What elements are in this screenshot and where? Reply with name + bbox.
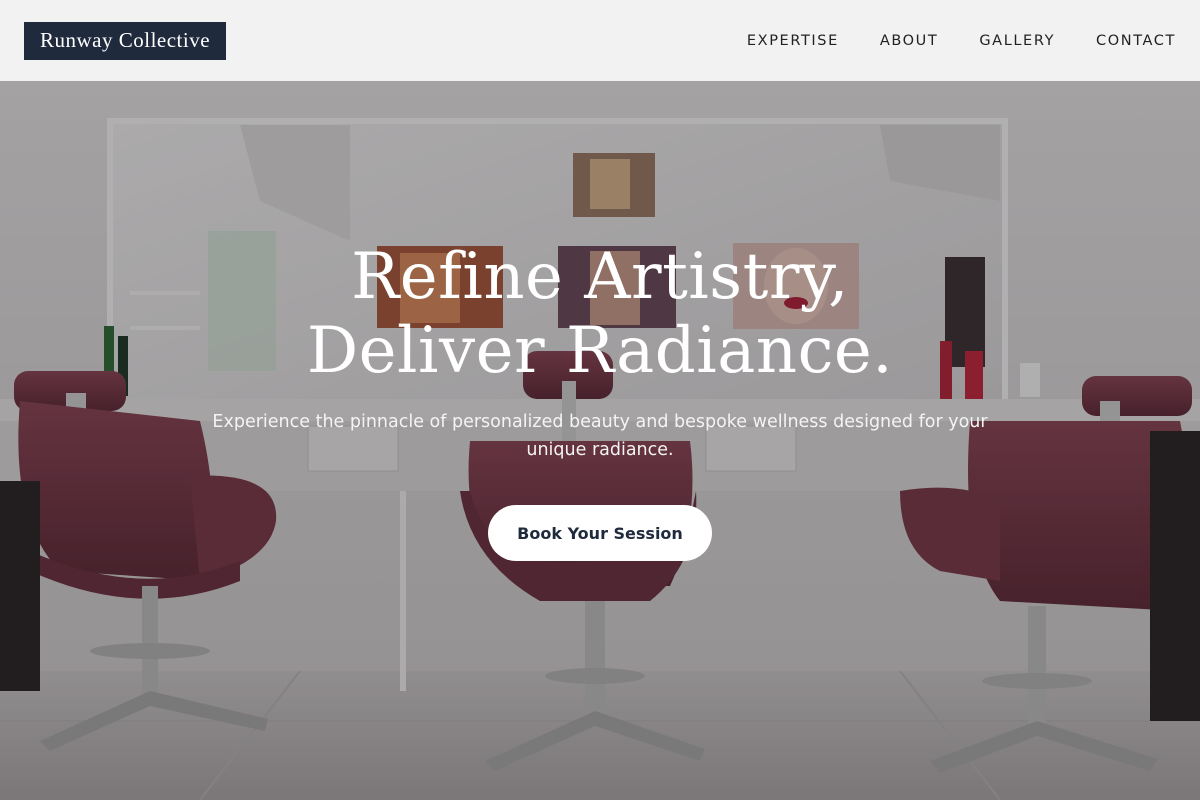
hero-subtitle: Experience the pinnacle of personalized … xyxy=(212,412,988,460)
hero-headline-line2: Deliver Radiance. xyxy=(306,314,894,388)
brand-logo[interactable]: Runway Collective xyxy=(24,21,227,60)
main-nav: EXPERTISE ABOUT GALLERY CONTACT xyxy=(747,33,1176,49)
nav-link-contact[interactable]: CONTACT xyxy=(1096,33,1176,49)
nav-link-expertise[interactable]: EXPERTISE xyxy=(747,33,839,49)
site-header: Runway Collective EXPERTISE ABOUT GALLER… xyxy=(0,0,1200,81)
nav-link-about[interactable]: ABOUT xyxy=(880,33,939,49)
hero-headline-line1: Refine Artistry, xyxy=(351,240,849,314)
nav-link-gallery[interactable]: GALLERY xyxy=(979,33,1055,49)
book-session-button[interactable]: Book Your Session xyxy=(488,505,712,561)
